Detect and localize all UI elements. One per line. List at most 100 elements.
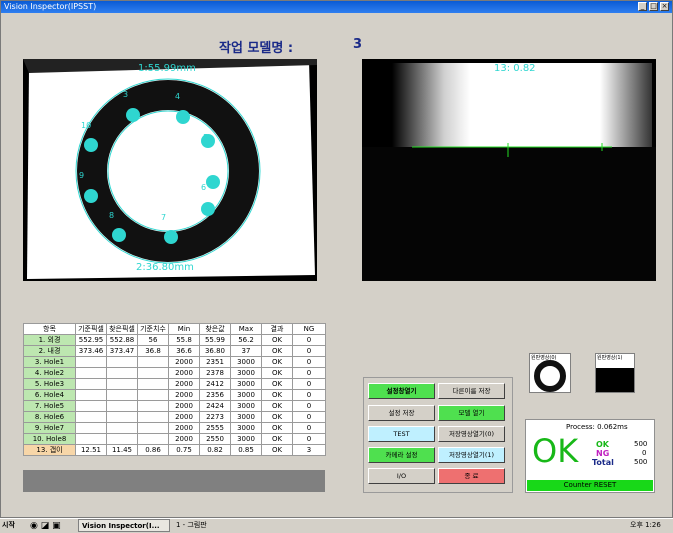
table-cell [106, 422, 138, 434]
maximize-button[interactable]: □ [649, 2, 658, 11]
minimize-button[interactable]: _ [638, 2, 647, 11]
table-header-row: 항목 기준픽셀 찾은픽셀 기준치수 Min 찾은값 Max 결과 NG [23, 323, 326, 335]
table-cell [75, 433, 107, 445]
table-cell [106, 400, 138, 412]
settings-open-button[interactable]: 설정창열기 [368, 383, 435, 399]
table-cell: 0 [292, 422, 326, 434]
table-cell: OK [261, 411, 293, 423]
table-cell: 36.8 [137, 345, 169, 357]
table-cell [75, 422, 107, 434]
model-open-button[interactable]: 모델 열기 [438, 405, 505, 421]
table-cell: OK [261, 389, 293, 401]
table-cell: 2550 [199, 433, 231, 445]
taskbar-item-vision-inspector[interactable]: Vision Inspector(I... [78, 519, 170, 532]
table-item-cell: 8. Hole6 [23, 411, 76, 423]
table-cell [137, 389, 169, 401]
table-cell: 373.46 [75, 345, 107, 357]
table-cell: 2555 [199, 422, 231, 434]
thumbnail-1-label: 원판영상(1) [597, 355, 623, 361]
exit-button[interactable]: 종 료 [438, 468, 505, 484]
inspection-table: 항목 기준픽셀 찾은픽셀 기준치수 Min 찾은값 Max 결과 NG 1. 외… [23, 323, 326, 456]
table-cell: 0 [292, 356, 326, 368]
hole-label-8: 8 [109, 211, 115, 220]
table-cell: OK [261, 400, 293, 412]
thumbnail-0[interactable]: 원판영상(0) [529, 353, 571, 393]
table-cell: 3 [292, 444, 326, 456]
ok-label: OK [596, 440, 609, 449]
table-cell: 0 [292, 367, 326, 379]
io-button[interactable]: I/O [368, 468, 435, 484]
process-time: Process: 0.062ms [566, 423, 628, 431]
table-item-cell: 6. Hole4 [23, 389, 76, 401]
table-cell: 0 [292, 378, 326, 390]
table-cell [106, 356, 138, 368]
table-item-cell: 7. Hole5 [23, 400, 76, 412]
table-row: 3. Hole1 2000 2351 3000 OK 0 [23, 356, 326, 368]
col-header: 기준픽셀 [75, 323, 107, 335]
table-cell: 0.75 [168, 444, 200, 456]
taskbar-item-paint[interactable]: 1 - 그림판 [176, 519, 207, 532]
table-item-cell: 10. Hole8 [23, 433, 76, 445]
model-number: 3 [353, 37, 363, 52]
table-cell: 56.2 [230, 334, 262, 346]
save-as-button[interactable]: 다른이름 저장 [438, 383, 505, 399]
table-cell [75, 411, 107, 423]
table-item-cell: 3. Hole1 [23, 356, 76, 368]
open-saved-image-1-button[interactable]: 저장영상열기(1) [438, 447, 505, 463]
test-button[interactable]: TEST [368, 426, 435, 442]
table-row: 7. Hole5 2000 2424 3000 OK 0 [23, 400, 326, 412]
table-cell: OK [261, 356, 293, 368]
table-row: 1. 외경 552.95 552.88 56 55.8 55.99 56.2 OK 0 [23, 334, 326, 346]
table-cell: 2000 [168, 411, 200, 423]
thumbnail-1[interactable]: 원판영상(1) [595, 353, 635, 393]
table-cell: 2273 [199, 411, 231, 423]
table-cell: 2424 [199, 400, 231, 412]
table-cell [106, 433, 138, 445]
table-cell [106, 367, 138, 379]
table-cell: 11.45 [106, 444, 138, 456]
hole-label-3: 3 [123, 90, 129, 99]
table-cell [137, 400, 169, 412]
table-cell: 55.8 [168, 334, 200, 346]
table-cell [75, 356, 107, 368]
table-cell: 2351 [199, 356, 231, 368]
table-cell: 2000 [168, 389, 200, 401]
ng-count: 0 [642, 449, 647, 457]
window-title: Vision Inspector(IPSST) [4, 2, 97, 11]
table-cell: 3000 [230, 378, 262, 390]
col-header: 항목 [23, 323, 76, 335]
thumbnail-0-label: 원판영상(0) [531, 355, 557, 361]
table-cell [75, 367, 107, 379]
close-button[interactable]: × [660, 2, 669, 11]
table-cell: 552.95 [75, 334, 107, 346]
table-cell: 0 [292, 433, 326, 445]
table-cell: OK [261, 378, 293, 390]
open-saved-image-0-button[interactable]: 저장영상열기(0) [438, 426, 505, 442]
table-cell: 0 [292, 389, 326, 401]
col-header: Max [230, 323, 262, 335]
camera-settings-button[interactable]: 카메라 설정 [368, 447, 435, 463]
hole-label-10: 10 [81, 121, 92, 130]
table-cell [137, 356, 169, 368]
table-cell [106, 411, 138, 423]
col-header: NG [292, 323, 326, 335]
start-button[interactable]: 시작 [2, 519, 15, 532]
camera-image-1: 13: 0.82 [362, 59, 656, 281]
table-cell: 2356 [199, 389, 231, 401]
table-cell [106, 389, 138, 401]
table-cell [106, 378, 138, 390]
counter-reset-button[interactable]: Counter RESET [527, 480, 653, 491]
col-header: 기준치수 [137, 323, 169, 335]
quicklaunch-icon[interactable]: ◉ ◪ ▣ [30, 520, 61, 533]
table-cell: OK [261, 422, 293, 434]
table-cell: 3000 [230, 356, 262, 368]
table-cell: OK [261, 334, 293, 346]
table-cell: 36.80 [199, 345, 231, 357]
table-cell: 2000 [168, 400, 200, 412]
table-cell: 2000 [168, 367, 200, 379]
hole-label-9: 9 [79, 171, 85, 180]
camera-image-0: 1:55.99mm 2:36.80mm 3 4 5 6 7 8 9 10 [23, 59, 317, 281]
total-count: 500 [634, 458, 648, 466]
settings-save-button[interactable]: 설정 저장 [368, 405, 435, 421]
table-cell: 3000 [230, 367, 262, 379]
